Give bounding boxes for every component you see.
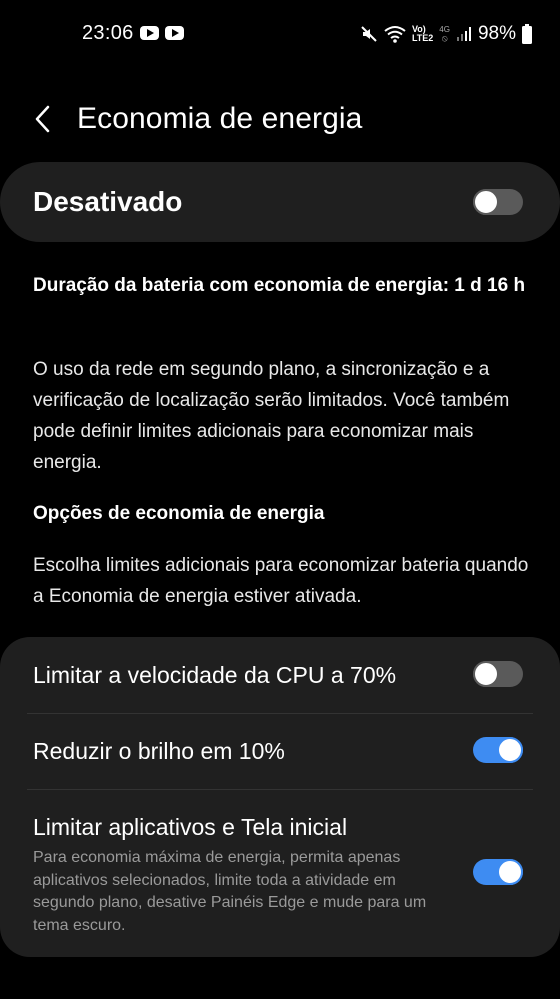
master-toggle-label: Desativado [33, 186, 183, 217]
toggle-knob [473, 189, 499, 215]
option-label-cpu-limit: Limitar a velocidade da CPU a 70% [33, 662, 397, 688]
status-bar: 23:06 Vo) LTE2 4G ⦸ 98% [0, 0, 560, 68]
option-row-cpu-limit[interactable]: Limitar a velocidade da CPU a 70% [0, 637, 560, 713]
brightness-toggle[interactable] [473, 737, 523, 763]
app-header: Economia de energia [0, 90, 560, 150]
status-time: 23:06 [82, 22, 134, 44]
battery-duration-text: Duração da bateria com economia de energ… [33, 275, 526, 296]
status-icons: Vo) LTE2 4G ⦸ 98% [360, 22, 532, 46]
options-section-title: Opções de economia de energia [33, 503, 325, 524]
back-arrow-icon[interactable] [30, 104, 58, 134]
power-saving-description: O uso da rede em segundo plano, a sincro… [33, 359, 510, 473]
toggle-knob [497, 737, 523, 763]
page-title: Economia de energia [77, 102, 363, 135]
options-section-description: Escolha limites adicionais para economiz… [33, 555, 529, 607]
wifi-icon [384, 26, 406, 43]
option-sublabel-limit-apps: Para economia máxima de energia, permita… [33, 849, 427, 934]
signal-icon [456, 27, 471, 41]
mute-icon [361, 26, 377, 42]
youtube-icon [140, 26, 159, 40]
4g-icon: 4G ⦸ [439, 25, 450, 43]
option-row-brightness[interactable]: Reduzir o brilho em 10% [0, 714, 560, 789]
battery-percent: 98% [477, 23, 516, 44]
master-toggle-row[interactable]: Desativado [0, 162, 560, 242]
master-toggle-switch[interactable] [473, 189, 523, 215]
toggle-knob [497, 859, 523, 885]
toggle-knob [473, 661, 499, 687]
option-label-limit-apps: Limitar aplicativos e Tela inicial [33, 814, 348, 840]
option-row-limit-apps[interactable]: Limitar aplicativos e Tela inicial Para … [0, 790, 560, 950]
volte-icon: Vo) LTE2 [412, 25, 433, 43]
limit-apps-toggle[interactable] [473, 859, 523, 885]
cpu-limit-toggle[interactable] [473, 661, 523, 687]
battery-icon [522, 24, 532, 44]
options-card: Limitar a velocidade da CPU a 70% Reduzi… [0, 637, 560, 957]
volte-bottom-text: LTE2 [411, 33, 434, 43]
youtube-icon [165, 26, 184, 40]
option-label-brightness: Reduzir o brilho em 10% [33, 738, 285, 764]
